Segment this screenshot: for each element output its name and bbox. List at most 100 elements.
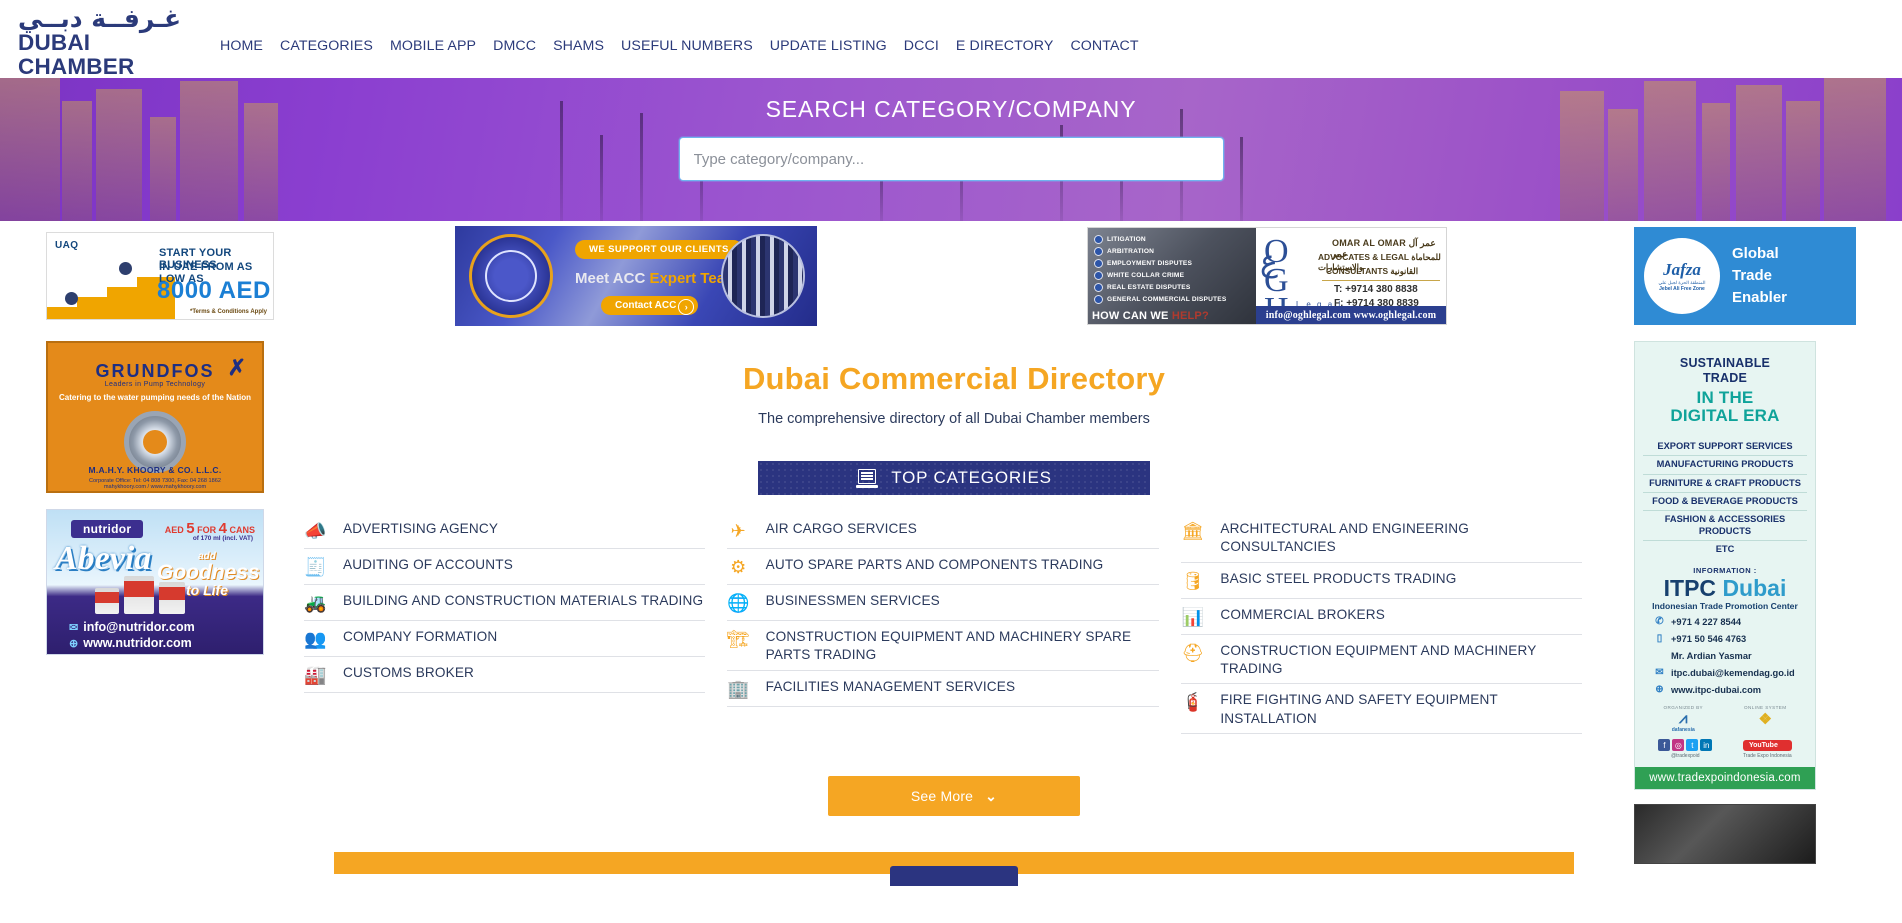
- ogh-service-label: WHITE COLLAR CRIME: [1107, 272, 1185, 279]
- itpc-heading-2a: IN THE: [1696, 387, 1754, 407]
- itpc-service-item: FOOD & BEVERAGE PRODUCTS: [1643, 493, 1807, 512]
- search-input[interactable]: [678, 137, 1224, 181]
- ogh-firm-line3: CONSULTANTS القانونية: [1326, 266, 1418, 276]
- ad-jafza-free-zone[interactable]: Jafza المنطقة الحرة لجبل علي Jebel Ali F…: [1634, 227, 1856, 325]
- see-more-label: See More: [910, 788, 974, 805]
- itpc-organizer-left: ORGANIZED BY ⩘ dafanesia: [1664, 705, 1704, 733]
- steel-coils-icon: 🛢: [1181, 570, 1205, 591]
- category-item[interactable]: 📊 COMMERCIAL BROKERS: [1181, 599, 1583, 635]
- itpc-organizer-row: ORGANIZED BY ⩘ dafanesia ONLINE SYSTEM ❖: [1643, 705, 1807, 733]
- ad-itpc-dubai[interactable]: SUSTAINABLE TRADE IN THE DIGITAL ERA EXP…: [1634, 341, 1816, 791]
- ad-grundfos-pumps[interactable]: GRUNDFOS ✗ Leaders in Pump Technology Ca…: [46, 341, 264, 493]
- twitter-icon[interactable]: t: [1686, 739, 1699, 752]
- acc-contact-label: Contact ACC: [615, 300, 677, 311]
- left-ad-column: GRUNDFOS ✗ Leaders in Pump Technology Ca…: [46, 331, 274, 874]
- linkedin-icon[interactable]: in: [1700, 739, 1713, 752]
- ad-bottom-right-banner[interactable]: [1634, 804, 1816, 865]
- itpc-social-handle: @tradexpoid: [1671, 753, 1700, 760]
- fire-safety-icon: 🧯: [1181, 692, 1205, 713]
- ogh-service-label: EMPLOYMENT DISPUTES: [1107, 260, 1193, 267]
- category-item[interactable]: 🏭 CUSTOMS BROKER: [304, 657, 705, 693]
- category-label: CONSTRUCTION EQUIPMENT AND MACHINERY TRA…: [1220, 642, 1537, 677]
- megaphone-icon: 📣: [304, 521, 327, 541]
- itpc-service-item: EXPORT SUPPORT SERVICES: [1643, 438, 1807, 457]
- itpc-heading-1a: SUSTAINABLE: [1679, 356, 1771, 370]
- itpc-service-list: EXPORT SUPPORT SERVICES MANUFACTURING PRO…: [1643, 438, 1807, 558]
- category-item[interactable]: 🧾 AUDITING OF ACCOUNTS: [304, 549, 705, 585]
- nutridor-offer-suffix: CANS: [229, 525, 255, 535]
- nutridor-email-text: info@nutridor.com: [83, 620, 195, 634]
- ogh-divider: [1322, 280, 1440, 281]
- chevron-right-icon: ›: [678, 299, 695, 315]
- ad-ogh-legal[interactable]: LITIGATION ARBITRATION EMPLOYMENT DISPUTES…: [1087, 227, 1447, 325]
- nav-home[interactable]: HOME: [220, 38, 263, 54]
- top-ad-strip: UAQ START YOUR BUSINESS IN UAE FROM AS L…: [0, 221, 1902, 331]
- email-icon: ✉: [69, 622, 79, 634]
- category-item[interactable]: 🏢 FACILITIES MANAGEMENT SERVICES: [726, 671, 1160, 707]
- nav-dcci[interactable]: DCCI: [904, 38, 939, 54]
- nav-e-directory[interactable]: E DIRECTORY: [956, 38, 1054, 54]
- bullet-dot-icon: [1094, 259, 1103, 268]
- category-column-2: 🏛 ARCHITECTURAL AND ENGINEERING CONSULTAN…: [1181, 513, 1604, 735]
- category-label: FIRE FIGHTING AND SAFETY EQUIPMENT INSTA…: [1220, 692, 1498, 726]
- see-more-button[interactable]: See More ⌄: [828, 776, 1080, 817]
- uaq-terms: *Terms & Conditions Apply: [189, 309, 267, 315]
- bottom-orange-band: [334, 852, 1574, 887]
- category-item[interactable]: 🏛 ARCHITECTURAL AND ENGINEERING CONSULTAN…: [1181, 513, 1583, 563]
- itpc-contact-row: ✉ itpc.dubai@kemendag.go.id: [1643, 666, 1807, 679]
- instagram-icon[interactable]: ◎: [1672, 739, 1685, 752]
- ad-acc-compliance-consultants[interactable]: WE SUPPORT OUR CLIENTS Meet ACC Expert T…: [455, 226, 817, 326]
- acc-contact-button[interactable]: Contact ACC ›: [601, 296, 699, 315]
- itpc-info-label: INFORMATION :: [1693, 566, 1757, 576]
- nutridor-offer-note: of 170 ml (incl. VAT): [192, 535, 253, 542]
- ogh-service-item: GENERAL COMMERCIAL DISPUTES: [1094, 295, 1226, 304]
- nutridor-offer-mid: FOR: [197, 525, 217, 535]
- ogh-firm-line3-en: CONSULTANTS: [1326, 266, 1389, 276]
- logo-arabic-text: غـرفــة دبــي: [18, 4, 182, 33]
- grundfos-company: M.A.H.Y. KHOORY & CO. L.L.C.: [88, 465, 222, 475]
- category-item[interactable]: 🚜 BUILDING AND CONSTRUCTION MATERIALS TRA…: [304, 585, 705, 621]
- page-subtitle: The comprehensive directory of all Dubai…: [758, 411, 1150, 427]
- youtube-icon[interactable]: YouTube: [1742, 739, 1792, 751]
- search-box[interactable]: [678, 137, 1224, 181]
- ogh-contact-footer[interactable]: info@oghlegal.com www.oghlegal.com: [1256, 306, 1446, 324]
- category-label: COMMERCIAL BROKERS: [1220, 606, 1385, 622]
- category-item[interactable]: 📣 ADVERTISING AGENCY: [304, 513, 705, 549]
- nav-contact[interactable]: CONTACT: [1070, 38, 1138, 54]
- nav-useful-numbers[interactable]: USEFUL NUMBERS: [621, 38, 753, 54]
- itpc-social-row: f ◎ t in @tradexpoid YouTube Trade Expo …: [1643, 739, 1807, 759]
- category-label: BUSINESSMEN SERVICES: [765, 593, 940, 608]
- itpc-heading-1: SUSTAINABLE TRADE: [1643, 356, 1807, 386]
- category-item[interactable]: ⚙ AUTO SPARE PARTS AND COMPONENTS TRADING: [726, 549, 1160, 585]
- ogh-firm-line2-en: ADVOCATES & LEGAL: [1318, 252, 1409, 262]
- ad-nutridor-abevia[interactable]: nutridor AED 5 FOR 4 CANS of 170 ml (inc…: [46, 509, 264, 655]
- itpc-service-item: FASHION & ACCESSORIES PRODUCTS: [1643, 511, 1807, 541]
- bullet-dot-icon: [1094, 283, 1103, 292]
- social-icons[interactable]: f ◎ t in: [1658, 739, 1713, 752]
- nav-update-listing[interactable]: UPDATE LISTING: [770, 38, 887, 54]
- category-item[interactable]: 🏗 CONSTRUCTION EQUIPMENT AND MACHINERY SP…: [726, 621, 1160, 671]
- itpc-url-bar[interactable]: www.tradexpoindonesia.com: [1635, 767, 1815, 790]
- nav-categories[interactable]: CATEGORIES: [280, 38, 373, 54]
- category-label: BASIC STEEL PRODUCTS TRADING: [1220, 570, 1457, 586]
- category-item[interactable]: 👥 COMPANY FORMATION: [304, 621, 705, 657]
- nav-dmcc[interactable]: DMCC: [493, 38, 536, 54]
- category-item[interactable]: ✈ AIR CARGO SERVICES: [726, 513, 1160, 549]
- gears-icon: ⚙: [730, 557, 747, 577]
- itpc-contact-row: ✆ +971 4 227 8544: [1643, 615, 1807, 628]
- nav-shams[interactable]: SHAMS: [553, 38, 604, 54]
- main-content: Dubai Commercial Directory The comprehen…: [274, 331, 1634, 887]
- itpc-heading-2b: DIGITAL ERA: [1670, 406, 1780, 426]
- itpc-org-left-name: dafanesia: [1671, 727, 1695, 734]
- ad-uaq-business-setup[interactable]: UAQ START YOUR BUSINESS IN UAE FROM AS L…: [46, 232, 274, 320]
- category-column-0: 📣 ADVERTISING AGENCY 🧾 AUDITING OF ACCOUNTS…: [304, 513, 727, 734]
- category-item[interactable]: 🌐 BUSINESSMEN SERVICES: [726, 585, 1160, 621]
- category-item[interactable]: 🛢 BASIC STEEL PRODUCTS TRADING: [1181, 563, 1583, 599]
- ogh-help-text: HOW CAN WE: [1092, 310, 1172, 322]
- category-item[interactable]: 🧯 FIRE FIGHTING AND SAFETY EQUIPMENT INST…: [1181, 684, 1583, 735]
- category-item[interactable]: ⛑ CONSTRUCTION EQUIPMENT AND MACHINERY TR…: [1181, 635, 1583, 685]
- facebook-icon[interactable]: f: [1658, 739, 1671, 752]
- itpc-contact-text: itpc.dubai@kemendag.go.id: [1671, 667, 1795, 678]
- nav-mobile-app[interactable]: MOBILE APP: [390, 38, 476, 54]
- ogh-firm-name-en: OMAR AL OMAR: [1332, 238, 1406, 248]
